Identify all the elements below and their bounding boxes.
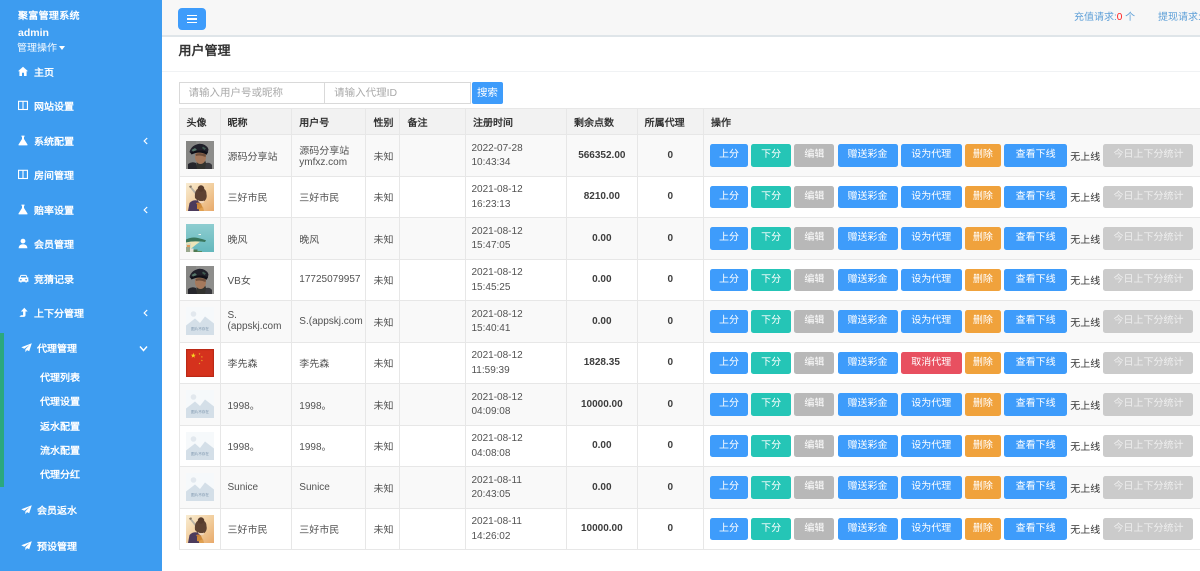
svg-text:图片不存在: 图片不存在 — [191, 451, 209, 456]
svg-text:图片不存在: 图片不存在 — [191, 326, 209, 331]
svg-text:图片不存在: 图片不存在 — [191, 409, 209, 414]
svg-text:图片不存在: 图片不存在 — [191, 492, 209, 497]
